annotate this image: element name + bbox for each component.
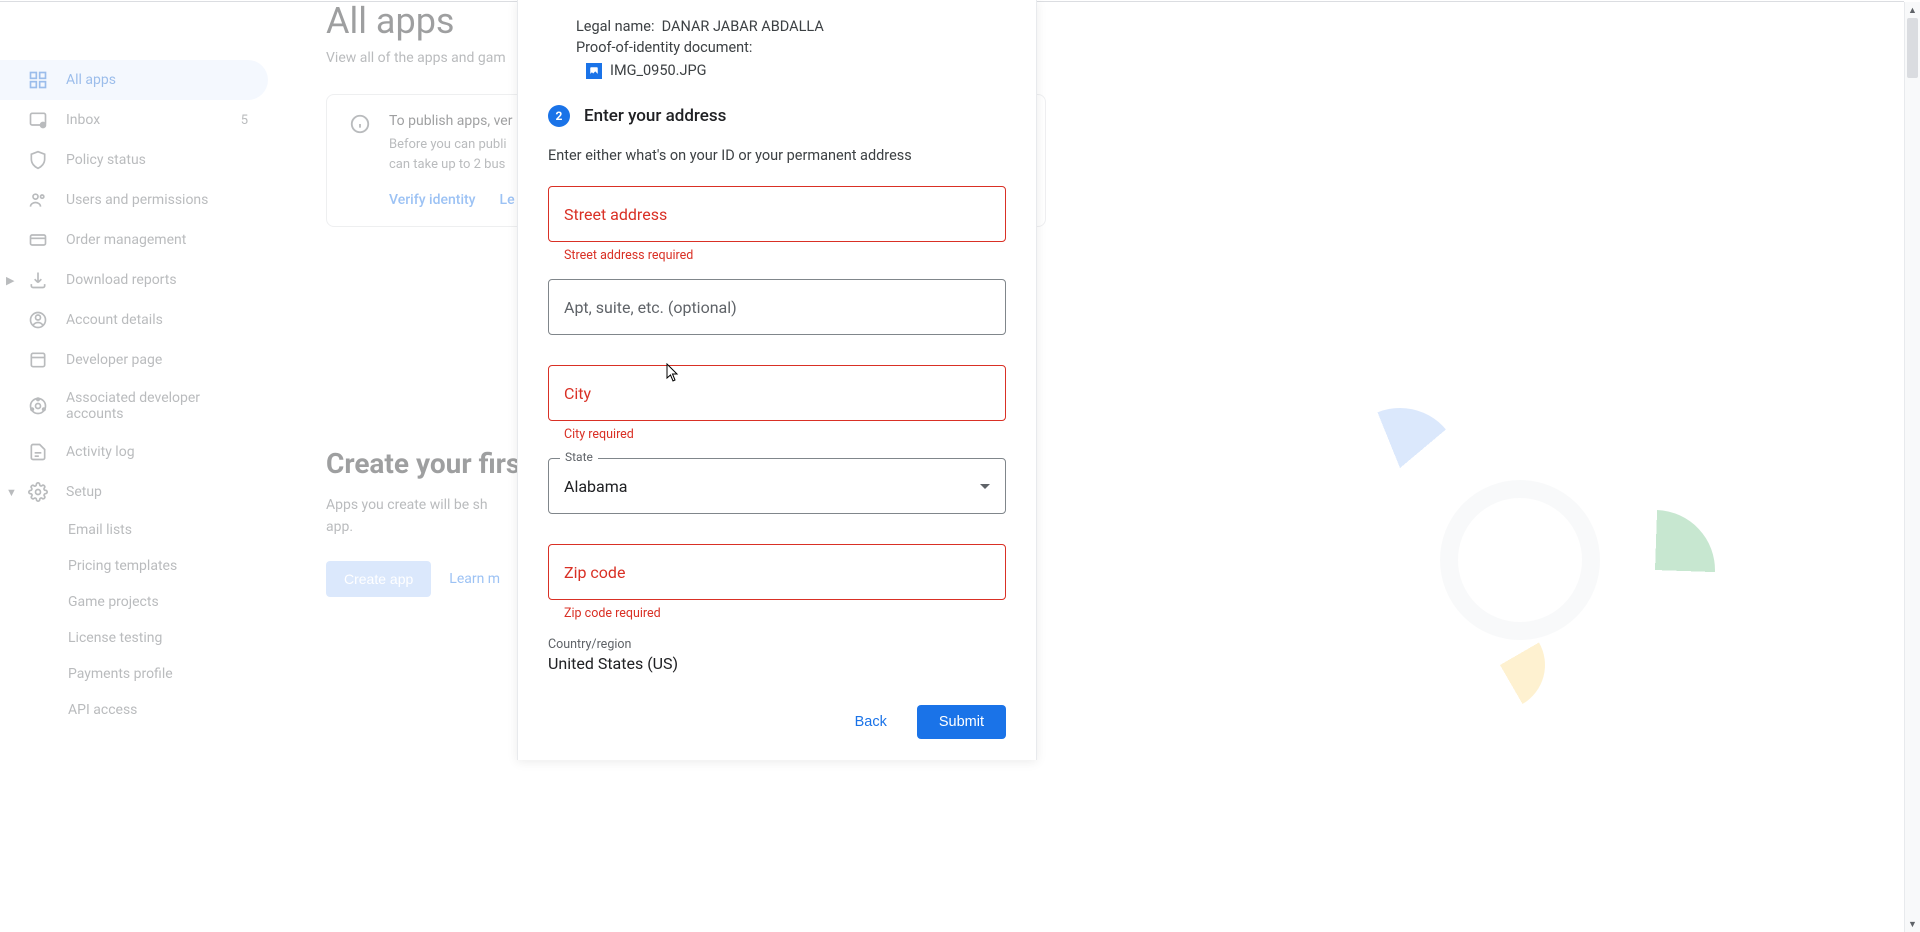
legal-name-label: Legal name: (576, 18, 654, 35)
country-value: United States (US) (548, 654, 1006, 673)
zip-group: Zip code Zip code required (548, 544, 1006, 621)
apt-label: Apt, suite, etc. (optional) (564, 298, 737, 317)
step-number-badge: 2 (548, 105, 570, 127)
city-label: City (564, 384, 591, 403)
scroll-down-arrow-icon[interactable]: ▼ (1905, 916, 1920, 932)
address-modal: Legal name: DANAR JABAR ABDALLA Proof-of… (517, 0, 1037, 760)
vertical-scrollbar[interactable]: ▲ ▼ (1904, 2, 1920, 932)
submit-button[interactable]: Submit (917, 705, 1006, 739)
scroll-thumb[interactable] (1907, 18, 1918, 78)
city-input[interactable]: City (548, 365, 1006, 421)
street-address-input[interactable]: Street address (548, 186, 1006, 242)
state-label: State (560, 450, 598, 464)
zip-error: Zip code required (548, 600, 1006, 621)
apt-input[interactable]: Apt, suite, etc. (optional) (548, 279, 1006, 335)
scroll-up-arrow-icon[interactable]: ▲ (1905, 2, 1920, 18)
state-group: State Alabama (548, 458, 1006, 514)
state-select[interactable]: State Alabama (548, 458, 1006, 514)
proof-label: Proof-of-identity document: (576, 37, 1006, 58)
image-file-icon (586, 63, 602, 79)
city-error: City required (548, 421, 1006, 442)
legal-name-row: Legal name: DANAR JABAR ABDALLA (576, 16, 1006, 37)
city-group: City City required (548, 365, 1006, 442)
apt-group: Apt, suite, etc. (optional) (548, 279, 1006, 335)
state-value: Alabama (564, 477, 627, 496)
step-description: Enter either what's on your ID or your p… (548, 147, 1006, 164)
step-title: Enter your address (584, 106, 726, 126)
street-address-label: Street address (564, 205, 667, 224)
street-address-group: Street address Street address required (548, 186, 1006, 263)
street-address-error: Street address required (548, 242, 1006, 263)
country-group: Country/region United States (US) (548, 637, 1006, 673)
back-button[interactable]: Back (837, 705, 905, 739)
modal-actions: Back Submit (548, 705, 1006, 739)
country-label: Country/region (548, 637, 1006, 652)
legal-name-value: DANAR JABAR ABDALLA (662, 18, 824, 35)
step-header: 2 Enter your address (548, 105, 1006, 127)
proof-file-row: IMG_0950.JPG (576, 58, 1006, 81)
zip-input[interactable]: Zip code (548, 544, 1006, 600)
modal-overlay: Legal name: DANAR JABAR ABDALLA Proof-of… (0, 0, 1920, 932)
dropdown-caret-icon (980, 484, 990, 489)
identity-summary: Legal name: DANAR JABAR ABDALLA Proof-of… (548, 0, 1006, 81)
zip-label: Zip code (564, 563, 625, 582)
proof-file-name: IMG_0950.JPG (610, 60, 706, 81)
